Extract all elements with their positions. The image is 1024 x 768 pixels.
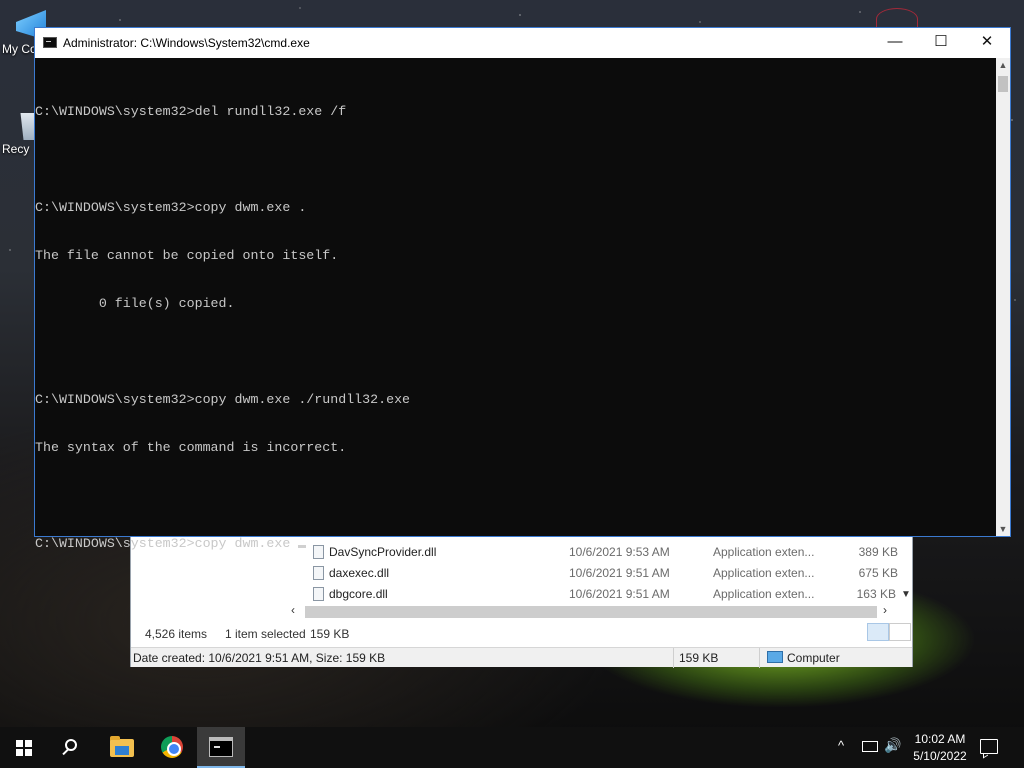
clock-time: 10:02 AM [914,732,966,746]
action-center-icon[interactable] [980,739,998,754]
cmd-icon [43,37,57,48]
details-info: Date created: 10/6/2021 9:51 AM, Size: 1… [133,651,386,665]
status-bar: 4,526 items 1 item selected 159 KB [131,623,912,645]
item-count: 4,526 items [145,627,208,641]
dll-file-icon [313,587,324,601]
clock-date: 5/10/2022 [913,749,967,763]
file-name: dbgcore.dll [329,587,388,601]
current-command[interactable]: C:\WINDOWS\system32>copy dwm.exe [35,536,298,551]
scrollbar-thumb[interactable] [305,606,877,618]
details-size: 159 KB [679,651,719,665]
scroll-left-icon[interactable]: ‹ [291,603,295,617]
scroll-down-icon[interactable]: ▼ [901,589,911,600]
scroll-right-icon[interactable]: › [883,603,887,617]
file-row[interactable]: dbgcore.dll 10/6/2021 9:51 AM Applicatio… [131,583,912,604]
console-line: C:\WINDOWS\system32>del rundll32.exe /f [35,104,347,119]
clock[interactable]: 10:02 AM 5/10/2022 [910,731,970,765]
selection-count: 1 item selected [225,627,306,641]
search-icon [65,739,77,751]
divider [673,648,674,668]
scroll-up-icon[interactable]: ▲ [996,58,1010,72]
divider [759,648,760,668]
details-bar: Date created: 10/6/2021 9:51 AM, Size: 1… [131,647,912,668]
console-line: The file cannot be copied onto itself. [35,248,339,263]
windows-logo-icon [16,740,32,756]
show-hidden-icons-button[interactable]: ^ [838,738,844,768]
details-location: Computer [787,651,840,665]
file-date: 10/6/2021 9:51 AM [569,587,670,601]
console-line: 0 file(s) copied. [35,296,235,311]
details-view-button[interactable] [867,623,889,641]
maximize-button[interactable]: ☐ [918,28,964,58]
computer-icon [767,651,783,663]
taskbar-file-explorer[interactable] [98,727,146,768]
file-type: Application exten... [713,587,815,601]
selection-size: 159 KB [310,627,350,641]
console-line: C:\WINDOWS\system32>copy dwm.exe . [35,200,307,215]
folder-icon [110,736,134,757]
title-bar[interactable]: Administrator: C:\Windows\System32\cmd.e… [35,28,1010,58]
chrome-icon [161,736,183,758]
cmd-icon [209,737,233,757]
window-title: Administrator: C:\Windows\System32\cmd.e… [63,36,310,50]
vertical-scrollbar[interactable]: ▲ ▼ [996,58,1010,536]
console-output[interactable]: C:\WINDOWS\system32>del rundll32.exe /f … [35,58,997,551]
command-input-line[interactable]: C:\WINDOWS\system32>copy dwm.exe [35,536,997,552]
large-icons-view-button[interactable] [889,623,911,641]
volume-icon[interactable]: 🔊 [884,737,901,768]
horizontal-scrollbar[interactable]: ‹ › [291,603,897,619]
minimize-button[interactable]: — [872,28,918,58]
command-prompt-window[interactable]: Administrator: C:\Windows\System32\cmd.e… [34,27,1011,551]
scrollbar-thumb[interactable] [998,76,1008,92]
console-line: The syntax of the command is incorrect. [35,440,347,455]
network-icon[interactable] [862,741,878,752]
taskbar: ^ 🔊 10:02 AM 5/10/2022 [0,727,1024,768]
close-button[interactable]: ✕ [964,28,1010,58]
console-line: C:\WINDOWS\system32>copy dwm.exe ./rundl… [35,392,411,407]
taskbar-command-prompt[interactable] [197,727,245,768]
search-button[interactable] [48,727,96,768]
scroll-down-icon[interactable]: ▼ [996,522,1010,536]
start-button[interactable] [0,727,48,768]
file-size: 163 KB [856,587,896,601]
taskbar-chrome[interactable] [148,727,196,768]
text-cursor [298,545,307,548]
